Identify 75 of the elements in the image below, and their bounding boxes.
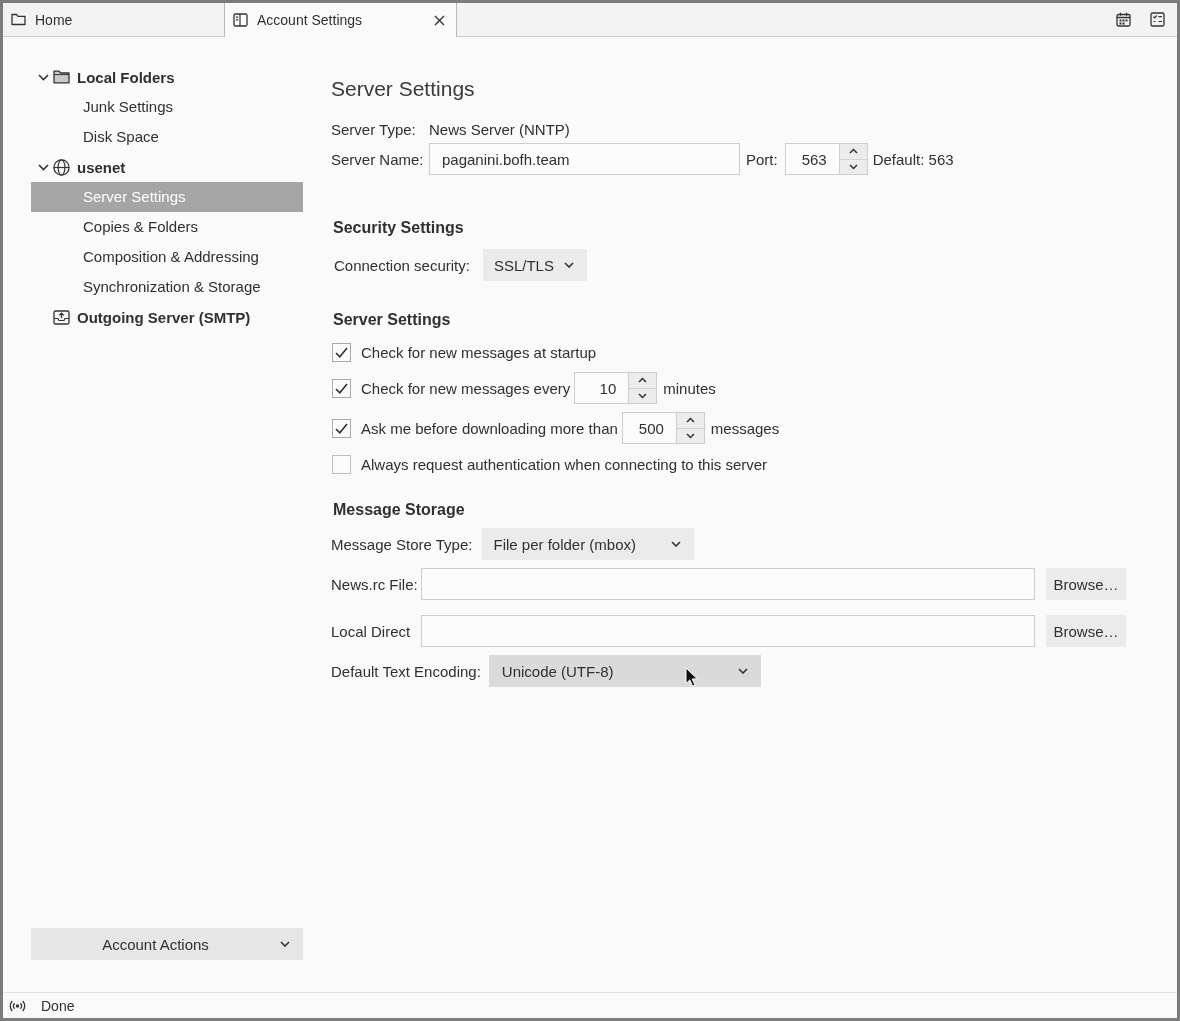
tab[interactable]: Home [3,3,224,36]
account-actions-button[interactable]: Account Actions [31,928,303,960]
store-type-dropdown[interactable]: File per folder (mbox) [482,528,695,560]
number-field[interactable]: 10 [574,372,629,404]
browse-button[interactable]: Browse… [1046,568,1126,600]
field-label: Local Direct [331,622,412,640]
field-label: News.rc File: [331,575,419,593]
check-icon [335,346,348,358]
page-title: Server Settings [331,76,476,102]
spin-up-button[interactable] [676,413,704,428]
check-icon [335,382,348,394]
port-field[interactable]: 563 [784,143,839,175]
spin-up-button[interactable] [629,373,657,388]
folder-icon [53,70,70,84]
field-label: Default Text Encoding: [331,662,481,680]
chevron-up-icon [848,148,858,155]
field-label: Server Name: [331,150,425,168]
path-field[interactable] [421,568,1035,600]
mouse-pointer-icon [684,667,698,687]
chevron-icon[interactable] [38,73,49,81]
chevron-up-icon [685,417,695,424]
checkbox-label: Check for new messages every [361,379,571,397]
path-field[interactable] [421,615,1035,647]
chevron-up-icon [638,377,648,384]
chevron-down-icon [563,262,574,268]
section-heading: Server Settings [332,310,452,330]
field-label: Connection security: [334,256,470,274]
checkbox[interactable] [332,454,351,474]
sidebar-item[interactable]: Disk Space [31,122,303,152]
browse-button[interactable]: Browse… [1046,615,1126,647]
sidebar-item[interactable]: Copies & Folders [31,212,303,242]
calendar-icon[interactable] [1116,12,1131,27]
section-heading: Security Settings [332,218,465,238]
status-text: Done [41,997,75,1014]
unit-label: messages [710,419,780,437]
account-item[interactable]: usenet [53,158,126,176]
section-heading: Message Storage [332,500,466,520]
account-item[interactable]: Local Folders [53,68,175,86]
account-item[interactable]: Outgoing Server (SMTP) [53,308,251,326]
outbox-icon [53,309,70,325]
chevron-down-icon [737,668,748,674]
chevron-icon[interactable] [38,163,49,171]
field-label: Message Store Type: [331,535,473,553]
field-label: Server Type: [331,120,417,138]
server-name-field[interactable]: paganini.bofh.team [429,143,740,175]
check-icon [335,422,348,434]
tab[interactable]: Account Settings [224,3,457,37]
checkbox-label: Check for new messages at startup [361,343,597,361]
checklist-icon[interactable] [1150,12,1165,27]
number-field[interactable]: 500 [621,412,676,444]
security-dropdown[interactable]: SSL/TLS [482,249,587,281]
spin-up-button[interactable] [839,144,867,159]
unit-label: minutes [663,379,716,397]
checkbox-label: Always request authentication when connecting to this server [361,455,768,473]
chevron-down-icon [671,541,682,547]
chevron-down-icon [848,163,858,170]
checkbox[interactable] [332,342,351,362]
broadcast-icon [9,998,26,1013]
server-type-value: News Server (NNTP) [429,120,570,138]
checkbox[interactable] [332,418,351,438]
checkbox-label: Ask me before downloading more than [361,419,618,437]
sidebar-item[interactable]: Composition & Addressing [31,242,303,272]
default-port-text: Default: 563 [872,150,954,168]
sidebar-item[interactable]: Junk Settings [31,92,303,122]
encoding-dropdown[interactable]: Unicode (UTF-8) [488,655,761,687]
chevron-down-icon [638,392,648,399]
close-icon[interactable] [434,14,445,26]
folder-icon [11,13,26,26]
chevron-down-icon [685,432,695,439]
globe-icon [53,158,70,176]
sidebar-item[interactable]: Synchronization & Storage [31,272,303,302]
chevron-down-icon [280,941,290,947]
checkbox[interactable] [332,378,351,398]
panel-icon [233,13,248,27]
field-label: Port: [746,150,778,168]
